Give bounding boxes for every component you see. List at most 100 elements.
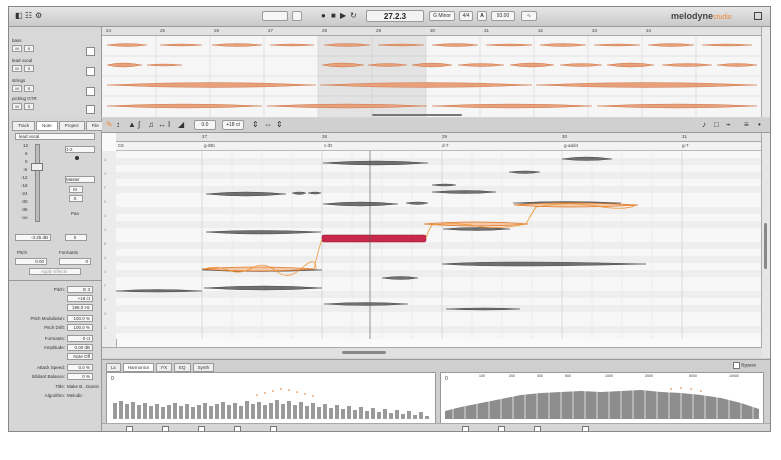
position-display[interactable]: 27.2.3 xyxy=(366,10,424,22)
snap-icon[interactable]: ⇕ xyxy=(252,121,259,129)
key-selector[interactable]: G Minor xyxy=(429,11,455,21)
mute-toggle[interactable]: M xyxy=(69,186,83,193)
select-tool-icon[interactable]: ▲ xyxy=(128,121,136,129)
harmonics-panel[interactable]: 0 xyxy=(106,372,436,424)
solo-toggle[interactable]: S xyxy=(69,195,83,202)
cent-field[interactable]: +18 ct xyxy=(222,120,244,130)
chord-track[interactable]: C6 g-/Bb c-/D d-7 g-add4 g-7 xyxy=(116,142,762,151)
note-param-value[interactable]: G 3 xyxy=(67,286,93,293)
grid-icon[interactable]: ☷ xyxy=(25,12,32,20)
note-param-value[interactable]: Note Off xyxy=(67,353,93,360)
note-grid[interactable] xyxy=(116,151,762,348)
scroll-thumb[interactable] xyxy=(764,223,767,269)
zoom-field[interactable]: 0.0 xyxy=(194,120,216,130)
solo-button[interactable]: S xyxy=(24,65,34,72)
note-param-value[interactable]: 100.0 % xyxy=(67,324,93,331)
option-checkbox[interactable] xyxy=(582,426,589,431)
mute-button[interactable]: M xyxy=(12,45,22,52)
stop-icon[interactable]: ■ xyxy=(331,12,336,20)
tab-lx[interactable]: Lx xyxy=(106,363,121,372)
note-param-value[interactable]: 0 % xyxy=(67,373,93,380)
chord-label[interactable]: g-7 xyxy=(682,143,689,148)
play-icon[interactable]: ▶ xyxy=(340,12,346,20)
overview-ruler[interactable]: 24 25 26 27 28 29 30 31 32 33 34 xyxy=(102,27,762,36)
overview-lanes[interactable] xyxy=(102,36,764,117)
tempo-mode-button[interactable]: A xyxy=(477,11,487,21)
track-select-box[interactable] xyxy=(86,105,95,114)
overview-scrollbar[interactable] xyxy=(761,27,770,117)
split-tool-icon[interactable]: I xyxy=(168,121,170,129)
record-icon[interactable]: ● xyxy=(321,12,326,20)
drift-tool-icon[interactable]: ∫ xyxy=(138,121,140,129)
horizontal-scrollbar[interactable] xyxy=(102,347,762,358)
mute-button[interactable]: M xyxy=(12,103,22,110)
note-param-value[interactable]: 0.0 % xyxy=(67,364,93,371)
main-tool-icon[interactable]: ✎ xyxy=(106,121,113,129)
zoom-slider[interactable] xyxy=(262,11,288,21)
tab-track[interactable]: Track xyxy=(12,121,36,131)
chord-label[interactable]: c-/D xyxy=(324,143,332,148)
tab-project[interactable]: Project xyxy=(58,121,85,131)
layout-icon[interactable]: ◧ xyxy=(15,12,23,20)
track-select-box[interactable] xyxy=(86,47,95,56)
track-name-field[interactable]: lead vocal xyxy=(15,133,95,140)
pitch-tool-icon[interactable]: ↕ xyxy=(116,121,120,129)
chord-label[interactable]: g-add4 xyxy=(564,143,578,148)
tab-harmonics[interactable]: Harmonics xyxy=(122,363,155,372)
tab-eq[interactable]: EQ xyxy=(174,363,191,372)
option-checkbox[interactable] xyxy=(162,426,169,431)
menu-dot-icon[interactable]: • xyxy=(758,121,761,129)
view-icon[interactable]: □ xyxy=(714,121,719,129)
track-header[interactable]: strings MS xyxy=(12,78,98,98)
chord-label[interactable]: g-/Bb xyxy=(204,143,215,148)
scale-icon[interactable]: ♪ xyxy=(702,121,706,129)
chord-label[interactable]: d-7 xyxy=(442,143,449,148)
editor-ruler[interactable]: 27 28 29 30 31 xyxy=(116,133,762,142)
apply-effects-button[interactable]: Apply Effects xyxy=(29,268,81,275)
align-icon[interactable]: ⇕ xyxy=(276,121,283,129)
tempo-field[interactable]: 93.00 xyxy=(491,11,515,21)
pan-value-field[interactable]: 0 xyxy=(65,234,87,241)
option-checkbox[interactable] xyxy=(498,426,505,431)
scroll-thumb[interactable] xyxy=(342,351,386,354)
output-selector[interactable]: 1-2 xyxy=(65,146,95,153)
formant-spectrum-panel[interactable]: 0 100 200 300 500 1000 2000 5000 10000 xyxy=(440,372,764,424)
bypass-toggle[interactable]: Bypass xyxy=(732,362,756,369)
note-param-value[interactable]: 100.0 % xyxy=(67,315,93,322)
note-param-value[interactable]: 196.0 Hz xyxy=(67,304,93,311)
tab-fx[interactable]: FX xyxy=(156,363,173,372)
settings-icon[interactable]: ≡ xyxy=(744,121,749,129)
gain-fader-handle[interactable] xyxy=(31,163,43,171)
solo-button[interactable]: S xyxy=(24,103,34,110)
tab-note[interactable]: Note xyxy=(36,121,58,131)
track-select-box[interactable] xyxy=(86,87,95,96)
mute-button[interactable]: M xyxy=(12,65,22,72)
tempo-detect-button[interactable]: ∿ xyxy=(521,11,537,21)
pitch-value-field[interactable]: 0.00 xyxy=(15,258,47,265)
pitch-ruler[interactable]: A G F E D C B A G F E D C xyxy=(102,151,117,348)
quantize-icon[interactable]: ⇔ xyxy=(264,121,272,129)
vertical-scrollbar[interactable] xyxy=(761,133,770,358)
option-checkbox[interactable] xyxy=(234,426,241,431)
option-checkbox[interactable] xyxy=(126,426,133,431)
window-toggle-icon[interactable] xyxy=(754,12,762,20)
amplitude-tool-icon[interactable]: ◢ xyxy=(178,121,184,129)
bypass-checkbox[interactable] xyxy=(732,362,740,369)
phase-dot-icon[interactable] xyxy=(75,156,79,160)
tab-synth[interactable]: Synth xyxy=(192,363,215,372)
chord-label[interactable]: C6 xyxy=(118,143,124,148)
formants-value-field[interactable]: 0 xyxy=(59,258,91,265)
formant-tool-icon[interactable]: ♫ xyxy=(148,121,154,129)
master-selector[interactable]: Master xyxy=(65,176,95,183)
gain-value-field[interactable]: -3.25 dB xyxy=(15,234,51,241)
meter-field[interactable]: 4/4 xyxy=(459,11,473,21)
mute-button[interactable]: M xyxy=(12,85,22,92)
note-param-value[interactable]: 0 ct xyxy=(67,335,93,342)
track-header[interactable]: picking GTR MS xyxy=(12,96,98,116)
loop-button[interactable] xyxy=(292,11,302,21)
track-header[interactable]: bass MS xyxy=(12,38,98,58)
note-display-icon[interactable]: ⌁ xyxy=(726,121,731,129)
solo-button[interactable]: S xyxy=(24,85,34,92)
option-checkbox[interactable] xyxy=(198,426,205,431)
time-tool-icon[interactable]: ↔ xyxy=(158,121,166,129)
